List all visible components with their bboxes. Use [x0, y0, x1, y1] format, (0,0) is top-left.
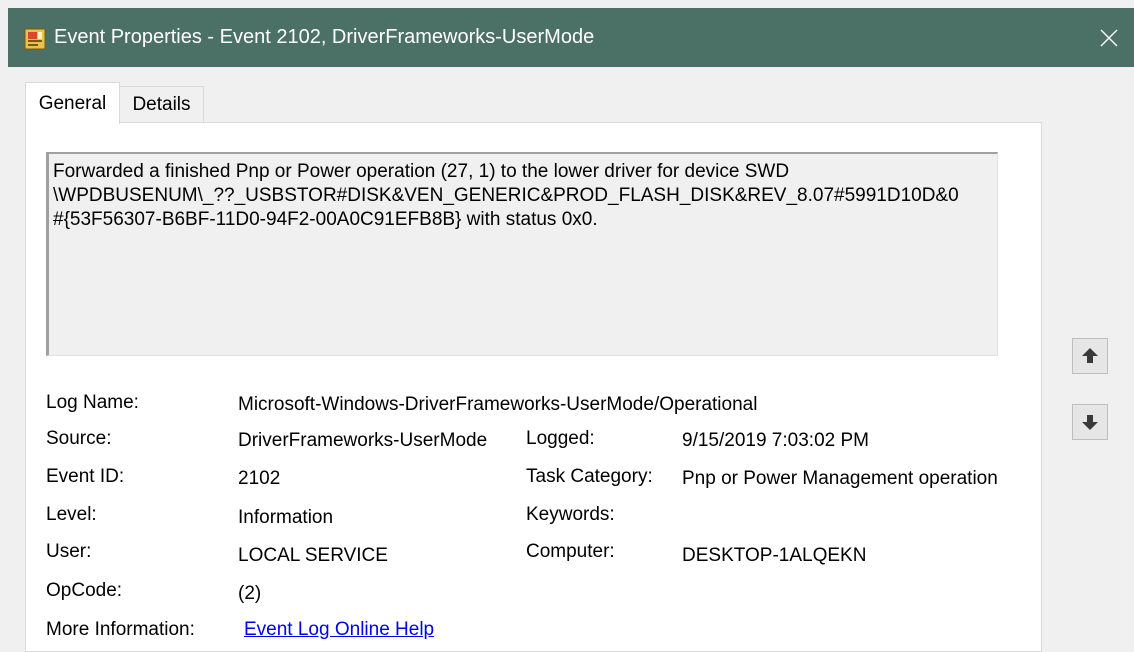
close-icon [1100, 29, 1118, 46]
tab-general[interactable]: General [25, 82, 120, 124]
description-line-3: #{53F56307-B6BF-11D0-94F2-00A0C91EFB8B} … [53, 209, 598, 230]
level-label: Level: [46, 504, 97, 525]
log-name-value: Microsoft-Windows-DriverFrameworks-UserM… [238, 394, 758, 415]
window-title: Event Properties - Event 2102, DriverFra… [54, 26, 595, 48]
event-viewer-app-icon [24, 28, 46, 50]
logged-value: 9/15/2019 7:03:02 PM [682, 430, 869, 451]
title-bar: Event Properties - Event 2102, DriverFra… [8, 8, 1134, 67]
opcode-value: (2) [238, 583, 262, 604]
level-value: Information [238, 507, 334, 528]
arrow-down-icon [1082, 415, 1098, 430]
user-label: User: [46, 541, 92, 562]
computer-value: DESKTOP-1ALQEKN [682, 545, 867, 566]
arrow-up-icon [1082, 348, 1098, 363]
description-line-2: \WPDBUSENUM\_??_USBSTOR#DISK&VEN_GENERIC… [53, 185, 959, 206]
logged-label: Logged: [526, 428, 595, 449]
previous-event-button[interactable] [1072, 338, 1108, 374]
description-line-1: Forwarded a finished Pnp or Power operat… [53, 161, 790, 182]
event-description-box[interactable]: Forwarded a finished Pnp or Power operat… [46, 152, 998, 356]
tab-details[interactable]: Details [120, 86, 204, 122]
task-category-label: Task Category: [526, 466, 653, 487]
more-information-label: More Information: [46, 619, 195, 640]
event-id-label: Event ID: [46, 466, 125, 487]
close-button[interactable] [1084, 8, 1134, 67]
keywords-label: Keywords: [526, 504, 615, 525]
computer-label: Computer: [526, 541, 615, 562]
opcode-label: OpCode: [46, 580, 123, 601]
log-name-label: Log Name: [46, 392, 139, 413]
event-log-online-help-link[interactable]: Event Log Online Help [244, 619, 434, 641]
event-id-value: 2102 [238, 468, 281, 489]
task-category-value: Pnp or Power Management operation [682, 468, 998, 489]
source-value: DriverFrameworks-UserMode [238, 430, 488, 451]
source-label: Source: [46, 428, 112, 449]
user-value: LOCAL SERVICE [238, 545, 388, 566]
next-event-button[interactable] [1072, 404, 1108, 440]
